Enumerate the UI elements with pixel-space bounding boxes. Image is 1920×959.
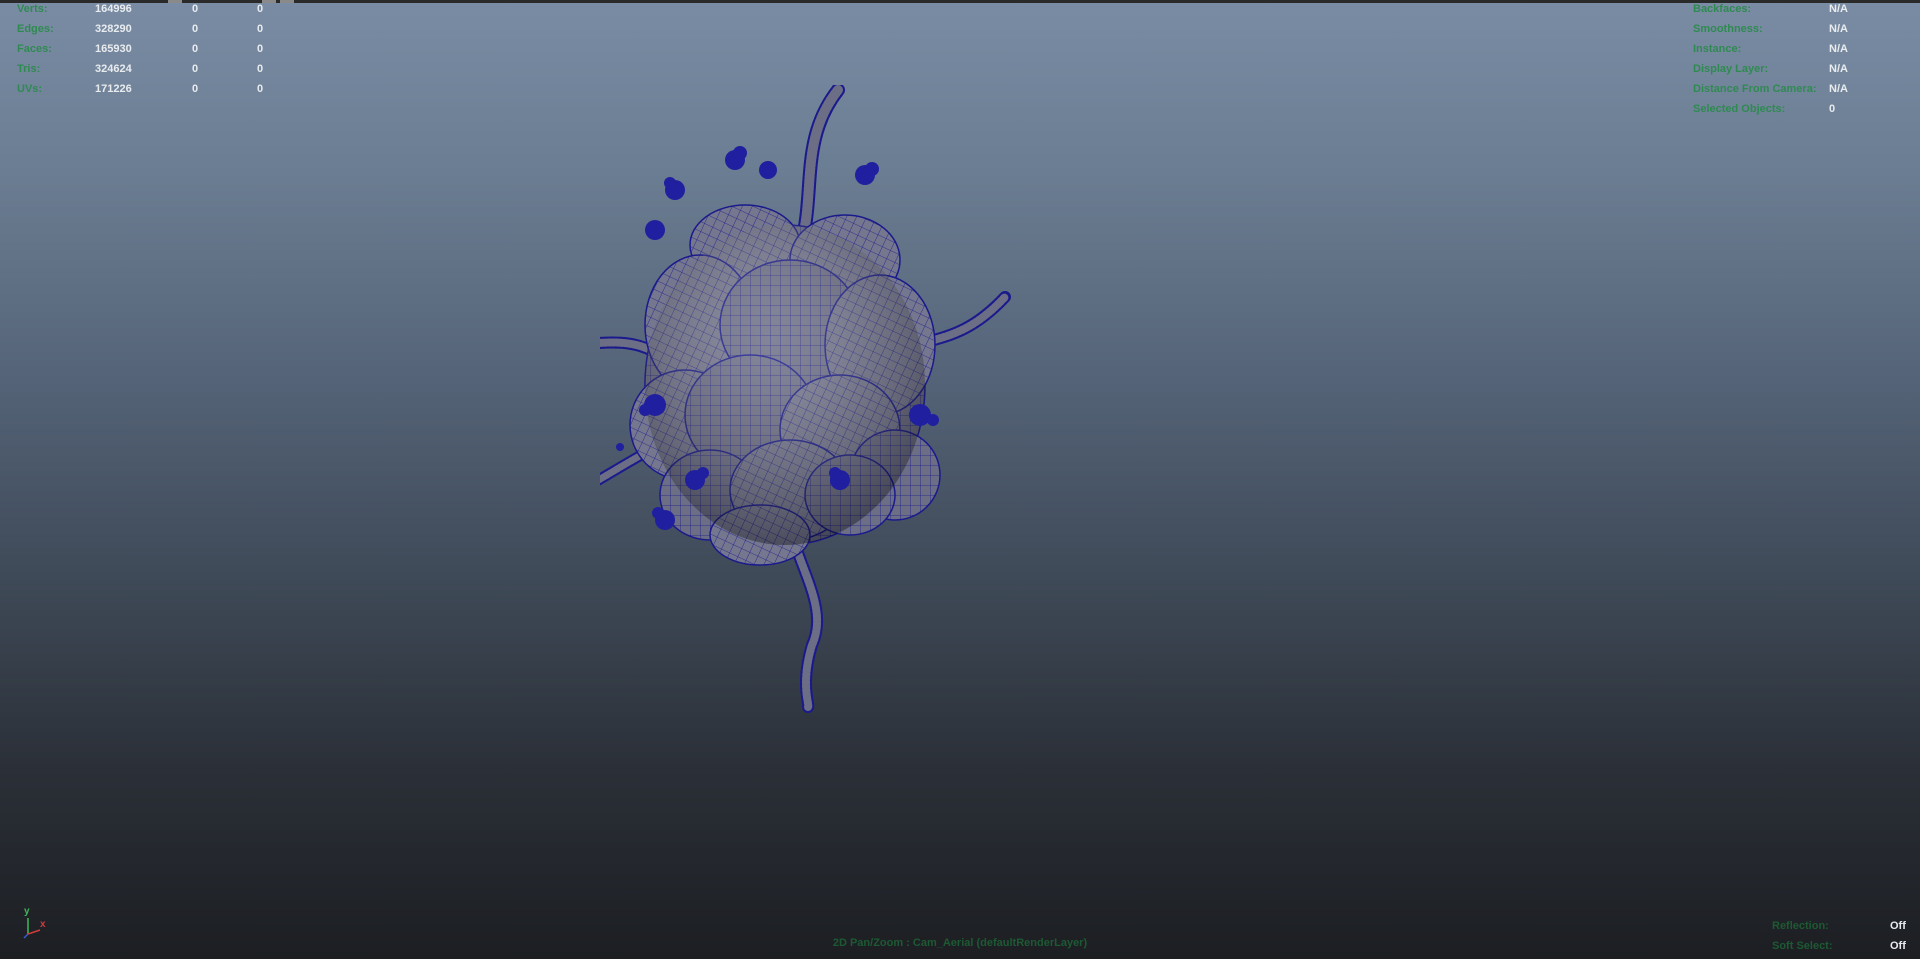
hud-row-soft-select: Soft Select: Off	[1772, 936, 1912, 956]
axis-x-label: x	[40, 919, 46, 930]
hud-value: 328290	[95, 23, 132, 35]
hud-row-backfaces: Backfaces: N/A	[1693, 0, 1913, 19]
hud-row-reflection: Reflection: Off	[1772, 916, 1912, 936]
hud-value: 164996	[95, 3, 132, 15]
axis-y-label: y	[24, 906, 30, 917]
hud-row-uvs: UVs: 171226 0 0	[17, 79, 277, 99]
hud-label: Instance:	[1693, 43, 1742, 55]
viewport-status-hud: Reflection: Off Soft Select: Off	[1772, 916, 1912, 956]
hud-row-tris: Tris: 324624 0 0	[17, 59, 277, 79]
hud-value: 0	[1829, 103, 1836, 115]
hud-label: Tris:	[17, 63, 41, 75]
hud-value: 0	[192, 63, 199, 75]
hud-value: 0	[192, 3, 199, 15]
poly-count-hud: Verts: 164996 0 0 Edges: 328290 0 0 Face…	[17, 0, 277, 99]
hud-value: 0	[257, 63, 264, 75]
hud-label: Selected Objects:	[1693, 103, 1786, 115]
hud-label: Display Layer:	[1693, 63, 1769, 75]
hud-value: 0	[192, 83, 199, 95]
hud-label: UVs:	[17, 83, 43, 95]
hud-row-edges: Edges: 328290 0 0	[17, 19, 277, 39]
hud-row-display-layer: Display Layer: N/A	[1693, 59, 1913, 79]
hud-value: 0	[257, 3, 264, 15]
viewport-mesh-object[interactable]	[600, 85, 1250, 865]
hud-value: N/A	[1829, 43, 1848, 55]
hud-label: Backfaces:	[1693, 3, 1752, 15]
hud-row-distance: Distance From Camera: N/A	[1693, 79, 1913, 99]
hud-row-selected-objects: Selected Objects: 0	[1693, 99, 1913, 119]
hud-row-verts: Verts: 164996 0 0	[17, 0, 277, 19]
hud-row-faces: Faces: 165930 0 0	[17, 39, 277, 59]
hud-row-instance: Instance: N/A	[1693, 39, 1913, 59]
hud-value: N/A	[1829, 83, 1848, 95]
toolbar-tick	[280, 0, 294, 3]
hud-value: 0	[257, 23, 264, 35]
hud-label: Reflection:	[1772, 920, 1829, 932]
hud-label: Verts:	[17, 3, 48, 15]
camera-name-label: 2D Pan/Zoom : Cam_Aerial (defaultRenderL…	[832, 937, 1088, 949]
object-details-hud: Backfaces: N/A Smoothness: N/A Instance:…	[1693, 0, 1913, 119]
hud-value: 165930	[95, 43, 132, 55]
hud-label: Faces:	[17, 43, 52, 55]
hud-label: Soft Select:	[1772, 940, 1833, 952]
viewport-top-bar	[0, 0, 1920, 3]
hud-label: Smoothness:	[1693, 23, 1763, 35]
hud-value: N/A	[1829, 3, 1848, 15]
hud-value: Off	[1890, 940, 1906, 952]
axis-gizmo: y x	[18, 906, 58, 940]
hud-value: Off	[1890, 920, 1906, 932]
hud-value: 324624	[95, 63, 132, 75]
hud-value: N/A	[1829, 63, 1848, 75]
hud-label: Edges:	[17, 23, 54, 35]
hud-value: 0	[257, 43, 264, 55]
hud-value: N/A	[1829, 23, 1848, 35]
hud-label: Distance From Camera:	[1693, 83, 1817, 95]
hud-value: 0	[192, 23, 199, 35]
hud-value: 0	[192, 43, 199, 55]
hud-row-smoothness: Smoothness: N/A	[1693, 19, 1913, 39]
hud-value: 0	[257, 83, 264, 95]
hud-value: 171226	[95, 83, 132, 95]
mesh-body	[629, 204, 941, 566]
